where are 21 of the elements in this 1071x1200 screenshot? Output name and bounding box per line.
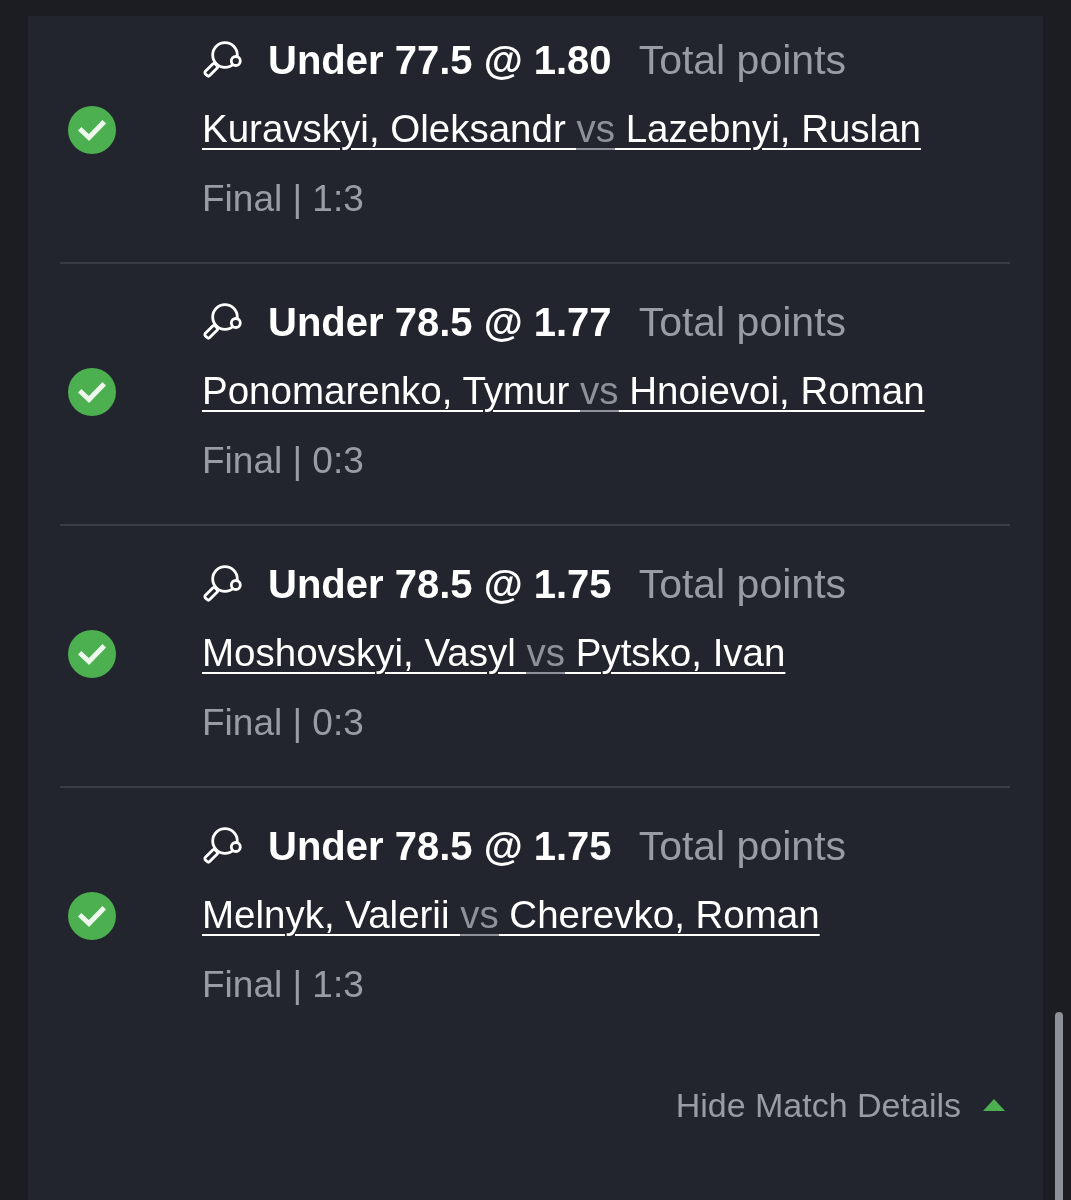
market-name: Total points bbox=[638, 560, 847, 608]
market-name: Total points bbox=[638, 298, 847, 346]
ping-pong-paddle-icon bbox=[202, 827, 242, 865]
match-link[interactable]: Ponomarenko, Tymur vs Hnoievoi, Roman bbox=[202, 368, 925, 416]
market-line: Under 78.5 @ 1.75 bbox=[268, 823, 612, 870]
ping-pong-paddle-icon bbox=[202, 565, 242, 603]
ping-pong-paddle-icon bbox=[202, 41, 242, 79]
match-status: Final | 1:3 bbox=[202, 963, 364, 1007]
market-line: Under 78.5 @ 1.75 bbox=[268, 561, 612, 608]
market-name: Total points bbox=[638, 36, 847, 84]
match-link[interactable]: Melnyk, Valerii vs Cherevko, Roman bbox=[202, 892, 820, 940]
ping-pong-paddle-icon bbox=[202, 303, 242, 341]
match-link[interactable]: Kuravskyi, Oleksandr vs Lazebnyi, Ruslan bbox=[202, 106, 921, 154]
match-status: Final | 1:3 bbox=[202, 177, 364, 221]
hide-details-button[interactable]: Hide Match Details bbox=[675, 1085, 1005, 1125]
match-link[interactable]: Moshovskyi, Vasyl vs Pytsko, Ivan bbox=[202, 630, 786, 678]
match-status: Final | 0:3 bbox=[202, 439, 364, 483]
match-status: Final | 0:3 bbox=[202, 701, 364, 745]
market-line: Under 78.5 @ 1.77 bbox=[268, 299, 612, 346]
market-name: Total points bbox=[638, 822, 847, 870]
market-line: Under 77.5 @ 1.80 bbox=[268, 37, 612, 84]
